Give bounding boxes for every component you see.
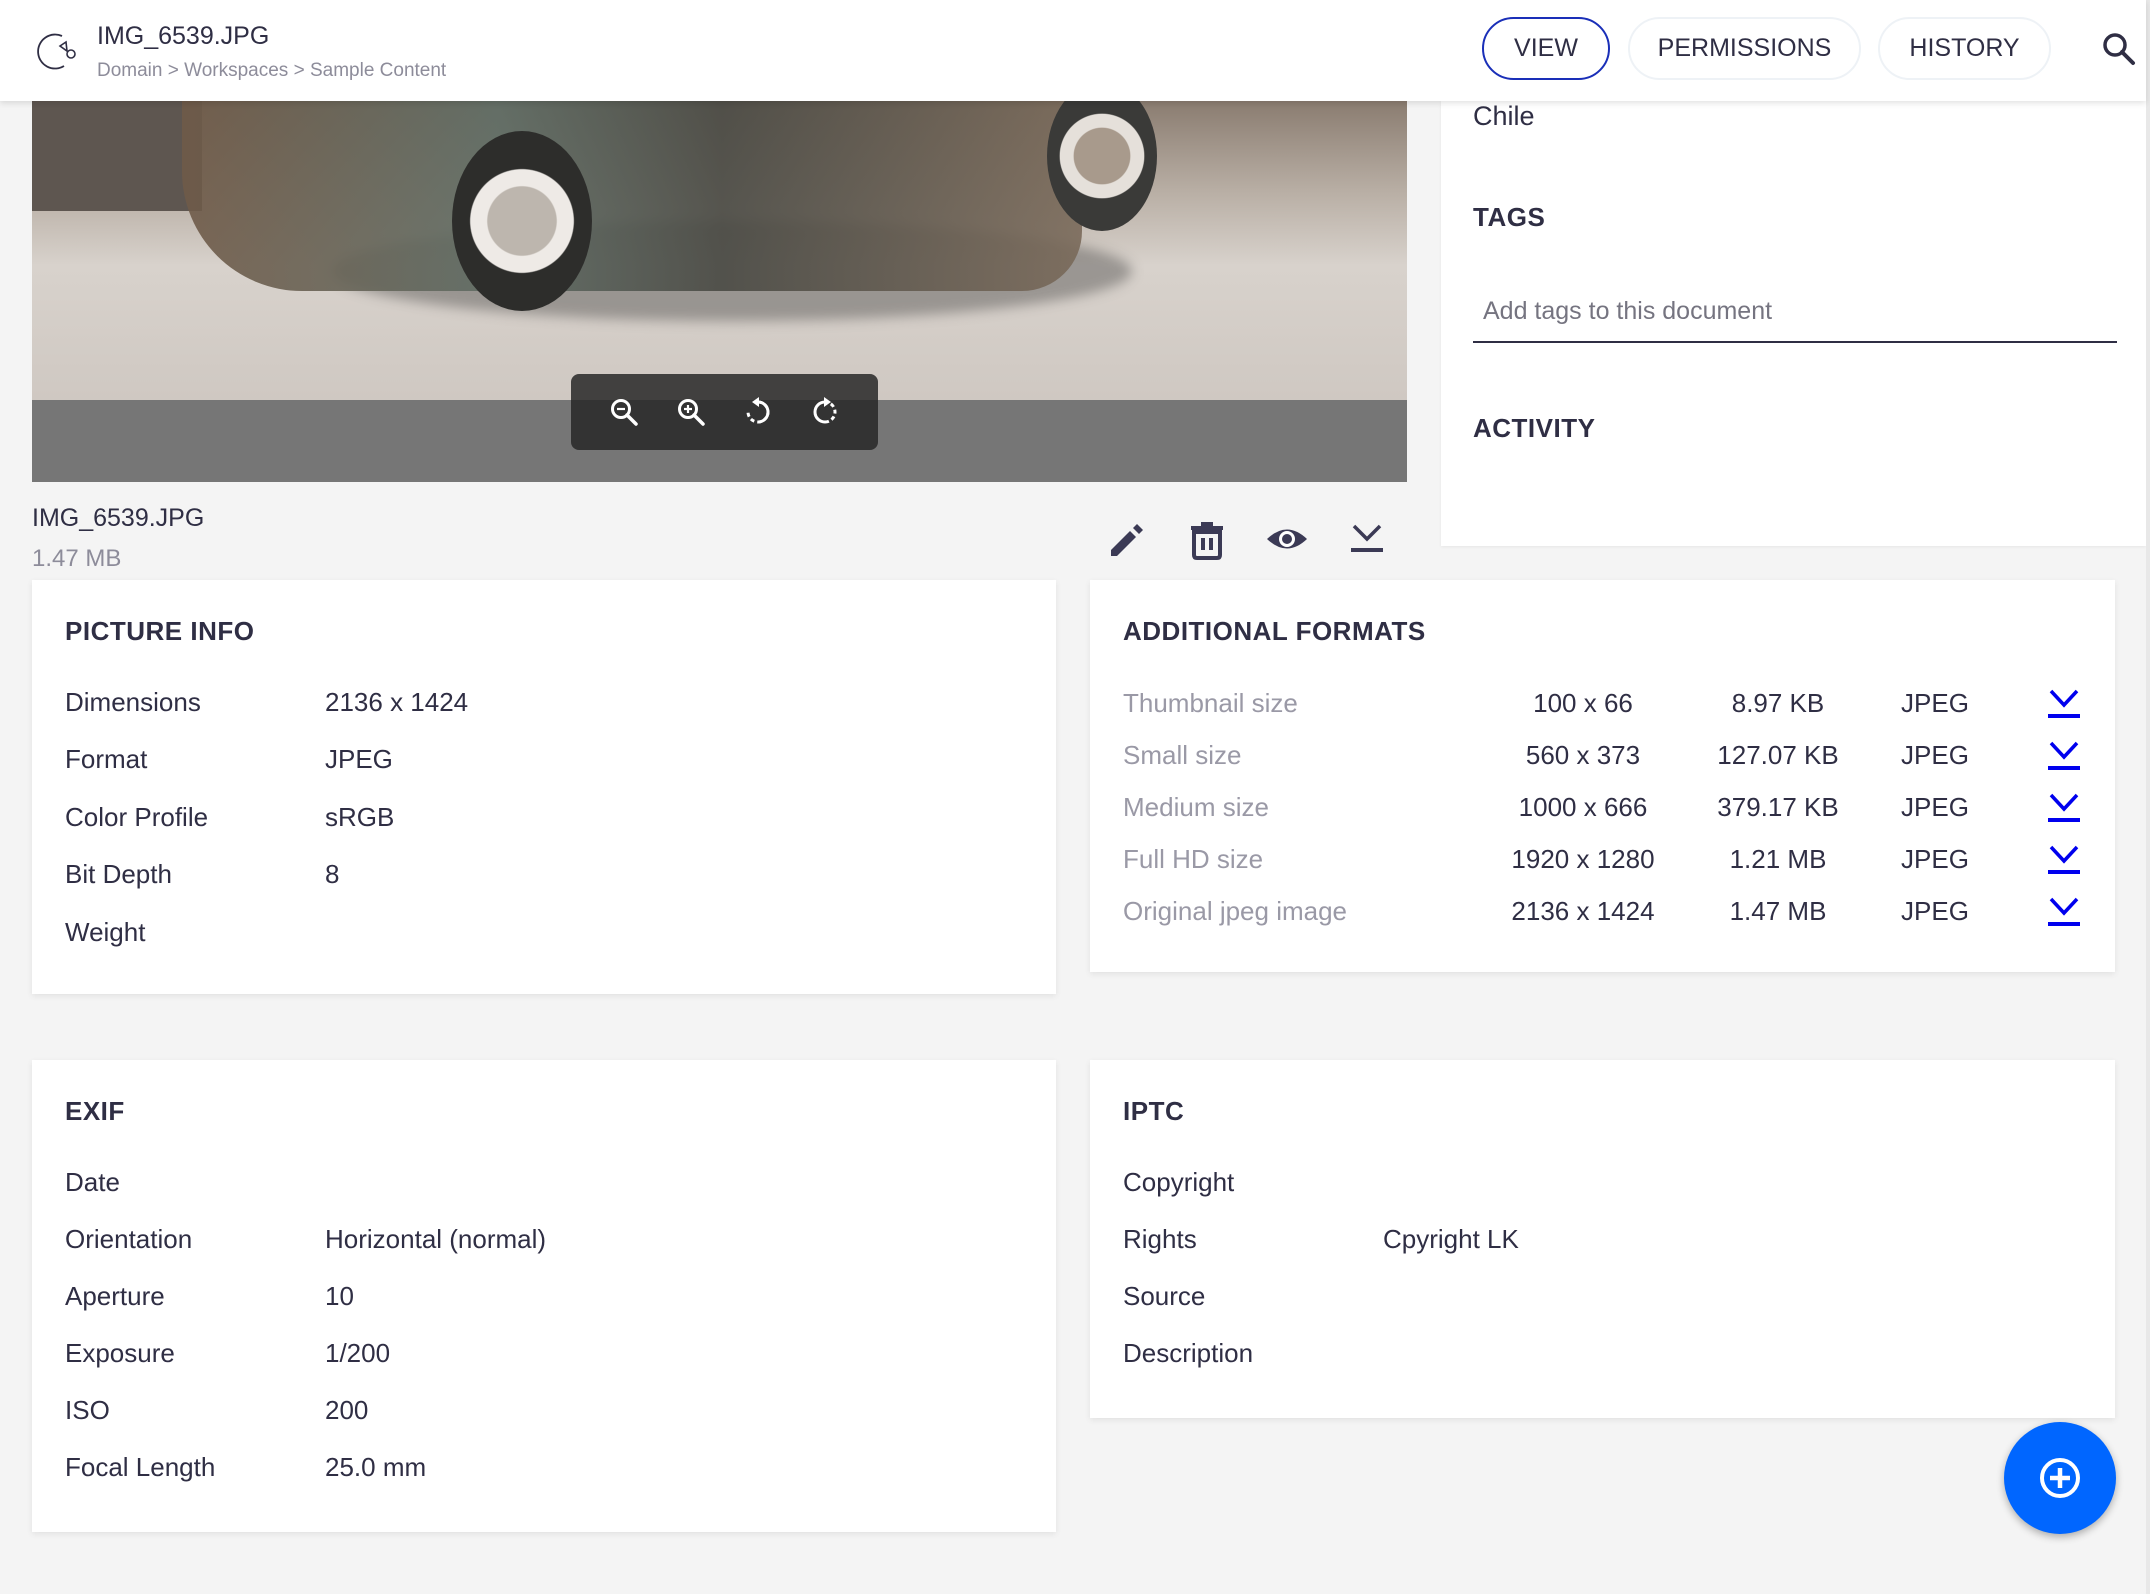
exif-row: Aperture 10: [65, 1281, 354, 1311]
format-row: Thumbnail size 100 x 66 8.97 KB JPEG: [1123, 683, 2103, 723]
format-row: Full HD size 1920 x 1280 1.21 MB JPEG: [1123, 839, 2103, 879]
download-format-icon[interactable]: [2045, 889, 2083, 929]
tab-view[interactable]: VIEW: [1482, 17, 1610, 80]
breadcrumb[interactable]: Domain > Workspaces > Sample Content: [97, 60, 446, 82]
exif-row: Exposure 1/200: [65, 1338, 391, 1368]
activity-heading: ACTIVITY: [1473, 413, 1596, 443]
iptc-row: Copyright: [1123, 1167, 1235, 1197]
tab-permissions[interactable]: PERMISSIONS: [1628, 17, 1861, 80]
zoom-out-icon: [611, 399, 639, 426]
format-row: Medium size 1000 x 666 379.17 KB JPEG: [1123, 787, 2103, 827]
scrollbar[interactable]: [2146, 0, 2150, 1594]
rotate-right-button[interactable]: [807, 394, 843, 430]
download-format-icon[interactable]: [2045, 837, 2083, 877]
iptc-card: IPTC Copyright Rights Cpyright LK Source…: [1090, 1060, 2115, 1418]
app-logo-icon: [37, 33, 76, 70]
rotate-right-icon: [813, 397, 837, 424]
zoom-in-icon: [678, 399, 705, 426]
tags-heading: TAGS: [1473, 202, 1546, 232]
additional-formats-title: ADDITIONAL FORMATS: [1123, 616, 1426, 646]
rotate-left-icon: [746, 397, 770, 424]
info-row: Bit Depth 8: [65, 859, 340, 889]
picture-info-card: PICTURE INFO Dimensions 2136 x 1424 Form…: [32, 580, 1056, 994]
file-size: 1.47 MB: [32, 545, 122, 572]
additional-formats-card: ADDITIONAL FORMATS Thumbnail size 100 x …: [1090, 580, 2115, 972]
edit-icon[interactable]: [1106, 518, 1148, 560]
exif-card: EXIF Date Orientation Horizontal (normal…: [32, 1060, 1056, 1532]
iptc-title: IPTC: [1123, 1096, 1185, 1126]
download-format-icon[interactable]: [2045, 733, 2083, 773]
iptc-row: Source: [1123, 1281, 1206, 1311]
exif-row: Focal Length 25.0 mm: [65, 1452, 427, 1482]
zoom-in-button[interactable]: [673, 394, 709, 430]
location-country: Chile: [1473, 101, 1535, 131]
exif-title: EXIF: [65, 1096, 125, 1126]
download-format-icon[interactable]: [2045, 681, 2083, 721]
top-header: IMG_6539.JPG Domain > Workspaces > Sampl…: [0, 0, 2146, 101]
rotate-left-button[interactable]: [740, 394, 776, 430]
exif-row: Date: [65, 1167, 120, 1197]
format-row: Small size 560 x 373 127.07 KB JPEG: [1123, 735, 2103, 775]
search-icon[interactable]: [2100, 30, 2138, 68]
delete-icon[interactable]: [1186, 518, 1228, 560]
preview-image: [32, 101, 1407, 400]
exif-row: ISO 200: [65, 1395, 369, 1425]
picture-info-title: PICTURE INFO: [65, 616, 255, 646]
exif-row: Orientation Horizontal (normal): [65, 1224, 547, 1254]
info-row: Weight: [65, 917, 146, 947]
add-fab-button[interactable]: [2004, 1422, 2116, 1534]
download-icon[interactable]: [1346, 518, 1388, 560]
file-name: IMG_6539.JPG: [32, 504, 205, 532]
iptc-row: Description: [1123, 1338, 1254, 1368]
iptc-row: Rights Cpyright LK: [1123, 1224, 1519, 1254]
info-row: Color Profile sRGB: [65, 802, 395, 832]
add-circle-icon: [2040, 1458, 2080, 1498]
image-viewer[interactable]: [32, 101, 1407, 482]
tab-history[interactable]: HISTORY: [1878, 17, 2051, 80]
side-panel: Chile TAGS ACTIVITY: [1441, 101, 2146, 546]
format-row: Original jpeg image 2136 x 1424 1.47 MB …: [1123, 891, 2103, 931]
info-row: Dimensions 2136 x 1424: [65, 687, 469, 717]
document-title: IMG_6539.JPG: [97, 22, 270, 50]
zoom-out-button[interactable]: [606, 394, 642, 430]
tags-input[interactable]: [1473, 281, 2117, 343]
viewer-toolbar: [571, 374, 878, 450]
preview-eye-icon[interactable]: [1266, 518, 1308, 560]
download-format-icon[interactable]: [2045, 785, 2083, 825]
info-row: Format JPEG: [65, 744, 393, 774]
